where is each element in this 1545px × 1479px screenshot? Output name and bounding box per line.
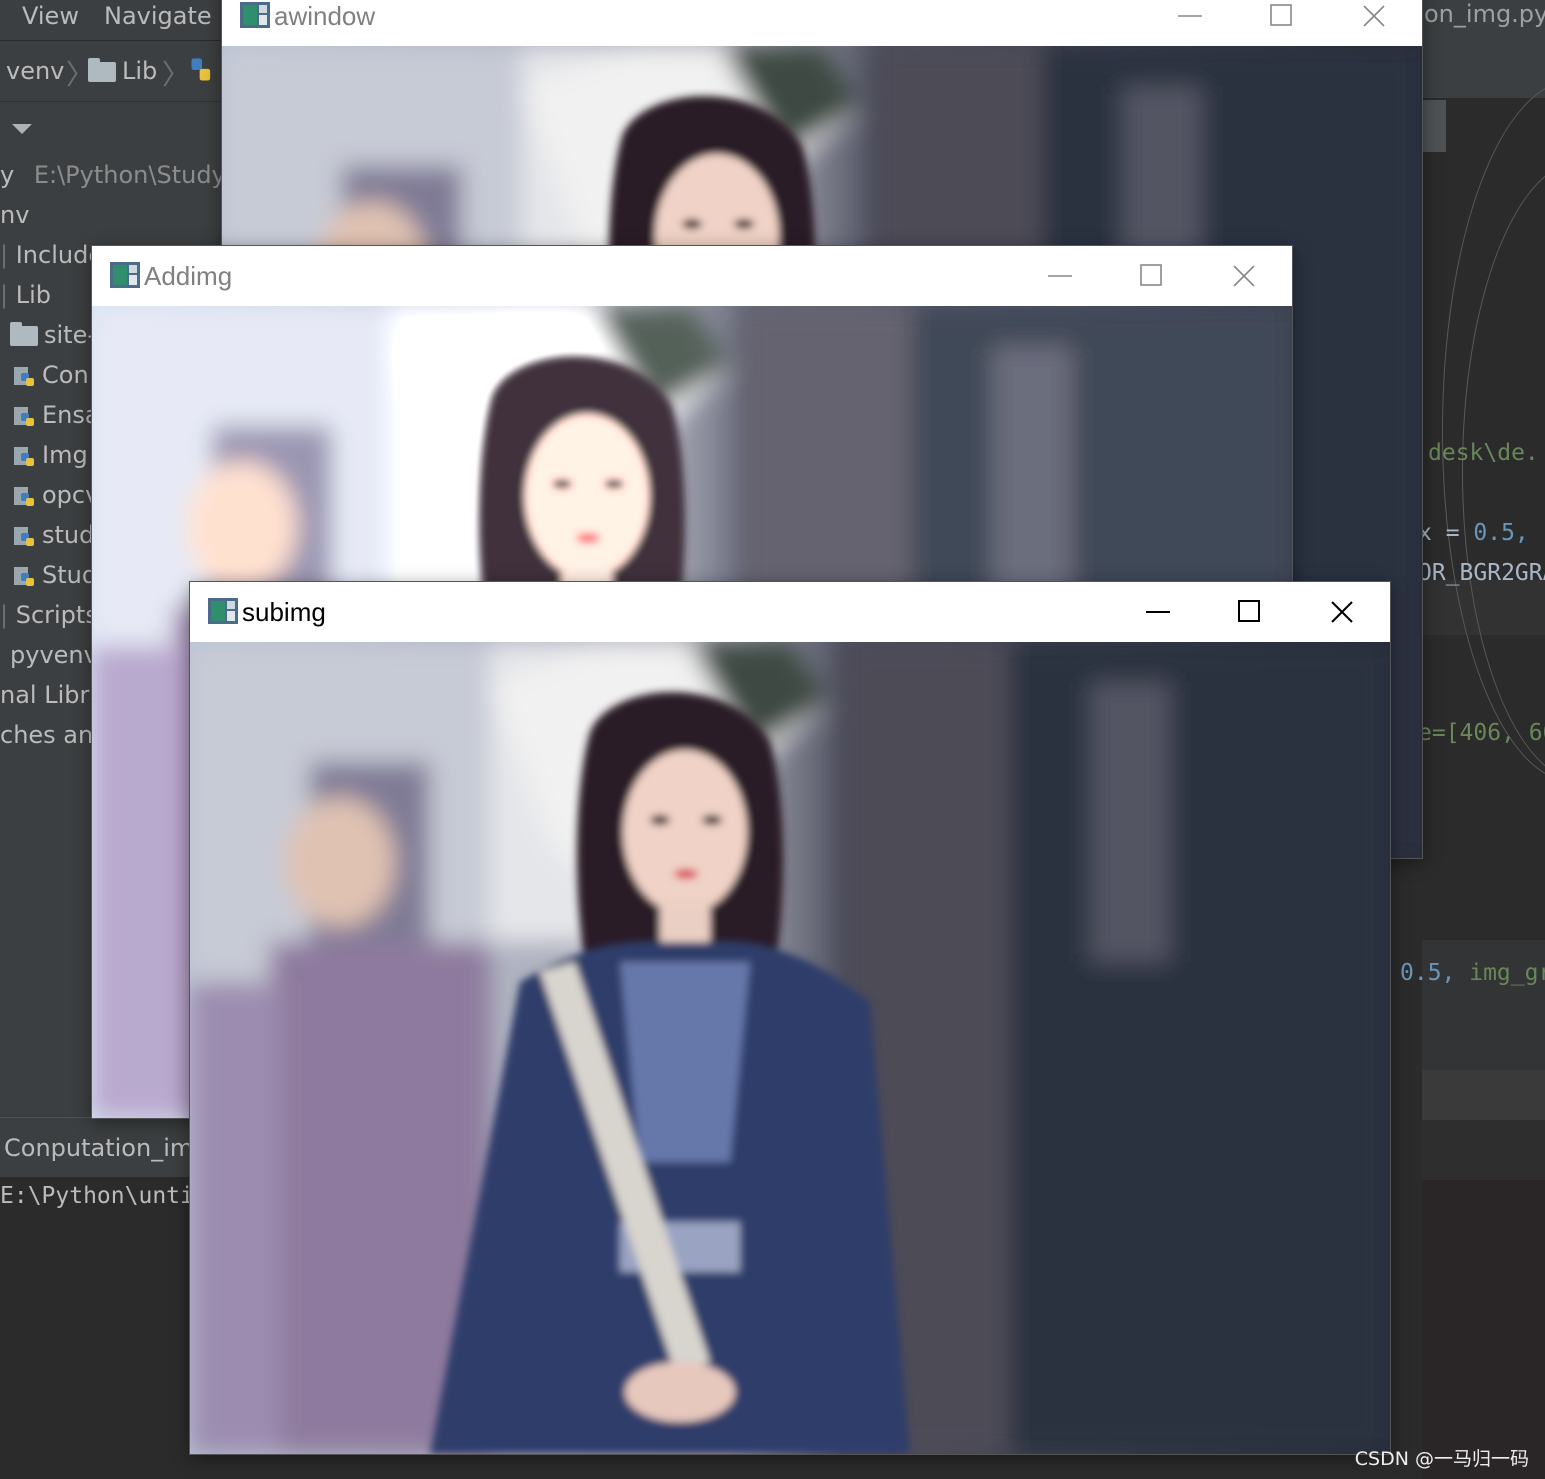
folder-icon <box>88 58 116 82</box>
maximize-button[interactable] <box>1236 0 1328 46</box>
code-line: e=[406, 60 <box>1418 720 1545 746</box>
close-icon <box>1331 601 1353 623</box>
close-button[interactable] <box>1198 246 1290 306</box>
python-file-icon <box>14 487 34 506</box>
tree-item-label: nal Libra <box>0 681 105 709</box>
code-token: img_gr <box>1455 960 1545 986</box>
tree-item-pyvenv[interactable]: pyvenv <box>10 635 98 675</box>
tree-item-file[interactable]: Ensa <box>12 395 100 435</box>
breadcrumb-venv[interactable]: venv <box>6 57 64 85</box>
code-line: 0.5, img_gr <box>1400 960 1545 986</box>
tree-item-scripts[interactable]: | Scripts <box>0 595 98 635</box>
maximize-button[interactable] <box>1106 246 1198 306</box>
tree-item-root[interactable]: y E:\Python\Study <box>0 155 226 195</box>
tree-item-include[interactable]: | Include <box>0 235 103 275</box>
tree-item-site[interactable]: site- <box>10 315 96 355</box>
breadcrumb-lib[interactable]: Lib <box>88 57 157 85</box>
close-icon <box>1233 265 1255 287</box>
console-line: E:\Python\unti <box>0 1183 194 1209</box>
tree-item-file[interactable]: opcv <box>12 475 99 515</box>
code-line: desk\de. <box>1428 440 1539 466</box>
subimg-titlebar[interactable]: subimg <box>190 582 1390 642</box>
breadcrumb-separator: 〉 <box>162 58 191 91</box>
close-icon <box>1363 5 1385 27</box>
folder-icon <box>10 322 38 346</box>
tree-item-label: Scripts <box>15 601 98 629</box>
minimize-button[interactable] <box>1014 246 1106 306</box>
tree-item-label: Stud <box>42 561 98 589</box>
breadcrumb: venv 〉 Lib 〉 <box>0 40 222 101</box>
subimg-window[interactable]: subimg <box>190 582 1390 1454</box>
tree-item-external-libraries[interactable]: nal Libra <box>0 675 104 715</box>
tree-item-label: Include <box>15 241 104 269</box>
tree-item-label: site- <box>44 321 97 349</box>
tree-item-label: E:\Python\Study <box>33 161 226 189</box>
awindow-titlebar[interactable]: awindow <box>222 0 1422 46</box>
tree-item-file[interactable]: Con <box>12 355 89 395</box>
tree-item-label: Lib <box>15 281 51 309</box>
csdn-watermark: CSDN @一马归一码 <box>1354 1448 1529 1470</box>
window-title: awindow <box>274 1 376 31</box>
tree-item-file[interactable]: stud <box>12 515 94 555</box>
code-line: OR_BGR2GRA <box>1418 560 1545 586</box>
window-title: subimg <box>242 597 326 627</box>
code-token: 0.5, <box>1400 960 1456 986</box>
opencv-app-icon <box>110 262 140 288</box>
tree-item-label: Con <box>42 361 89 389</box>
ide-window-title: on_img.py - <box>1422 0 1545 40</box>
opencv-app-icon <box>208 598 238 624</box>
project-panel-header <box>0 101 222 152</box>
collapse-icon[interactable] <box>12 124 32 134</box>
close-button[interactable] <box>1328 0 1420 46</box>
tree-item-venv[interactable]: nv <box>0 195 29 235</box>
tree-item-label: pyvenv <box>10 641 98 669</box>
opencv-app-icon <box>240 2 270 28</box>
tree-item-label: nv <box>0 201 30 229</box>
breadcrumb-lib-label: Lib <box>122 57 158 85</box>
python-file-icon <box>14 367 34 386</box>
close-button[interactable] <box>1296 582 1388 642</box>
minimize-button[interactable] <box>1144 0 1236 46</box>
maximize-button[interactable] <box>1204 582 1296 642</box>
minimize-icon <box>1146 611 1170 613</box>
tree-item-label: stud <box>42 521 95 549</box>
tree-item-file[interactable]: Stud <box>12 555 97 595</box>
subimg-image <box>190 642 1390 1454</box>
python-file-icon <box>14 407 34 426</box>
maximize-icon <box>1238 600 1260 622</box>
minimize-button[interactable] <box>1112 582 1204 642</box>
tree-item-prefix: y <box>0 161 15 189</box>
code-token: x = <box>1418 520 1474 546</box>
tree-item-label: opcv <box>42 481 100 509</box>
python-file-icon <box>14 447 34 466</box>
code-token: 0.5, <box>1473 520 1529 546</box>
minimize-icon <box>1048 275 1072 277</box>
tree-item-label: Img <box>42 441 88 469</box>
maximize-icon <box>1270 4 1292 26</box>
python-file-icon <box>14 567 34 586</box>
tree-item-label: Ensa <box>42 401 100 429</box>
maximize-icon <box>1140 264 1162 286</box>
python-file-icon <box>14 527 34 546</box>
tree-item-lib[interactable]: | Lib <box>0 275 51 315</box>
run-console: E:\Python\unti <box>0 1177 222 1479</box>
menu-view[interactable]: View <box>22 2 79 30</box>
menu-navigate[interactable]: Navigate <box>104 2 212 30</box>
tree-item-file[interactable]: Img <box>12 435 88 475</box>
code-line: x = 0.5, <box>1418 520 1529 546</box>
window-title: Addimg <box>144 261 233 291</box>
code-editor[interactable] <box>1422 40 1545 1479</box>
addimg-titlebar[interactable]: Addimg <box>92 246 1292 306</box>
minimize-icon <box>1178 15 1202 17</box>
python-file-icon[interactable] <box>188 55 216 91</box>
